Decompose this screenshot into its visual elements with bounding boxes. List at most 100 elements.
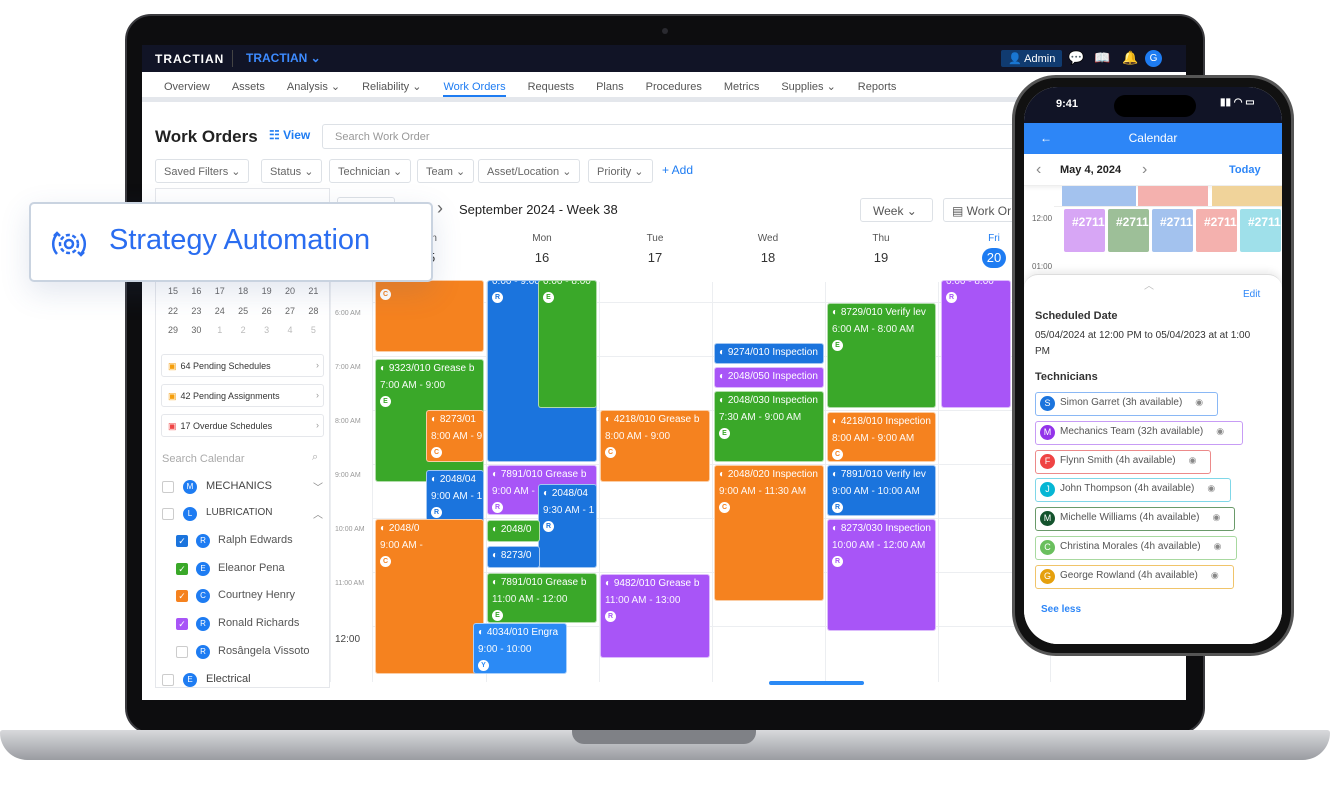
work-order-event[interactable]: ◐ 2048/030 Inspection 7:30 AM - 9:00 AM E xyxy=(714,391,824,462)
day-number[interactable]: 16 xyxy=(530,248,554,268)
sidebar-card[interactable]: ▣ 17 Overdue Schedules › xyxy=(161,414,324,437)
filter-dropdown[interactable]: Saved Filters ⌄ xyxy=(155,159,250,183)
nav-item[interactable]: Overview xyxy=(164,72,210,97)
view-select[interactable]: Week ⌄ xyxy=(860,198,933,222)
user-avatar[interactable]: G xyxy=(1145,50,1162,67)
technician-chip[interactable]: M Mechanics Team (32h available) ◉ xyxy=(1035,420,1243,445)
nav-item[interactable]: Reliability ⌄ xyxy=(362,72,421,97)
work-order-event[interactable]: ◐ 2048/050 Inspection xyxy=(714,367,824,388)
work-order-event[interactable]: 0:00 - 8:00 E xyxy=(538,280,597,408)
technician-chip[interactable]: M Michelle Williams (4h available) ◉ xyxy=(1035,507,1235,532)
view-button[interactable]: ☷ View xyxy=(269,128,310,142)
work-order-event[interactable]: ◐ 9274/010 Inspection xyxy=(714,343,824,364)
mini-calendar-day[interactable]: 1 xyxy=(211,325,229,335)
work-order-event[interactable]: ◐ 7891/010 Grease b 11:00 AM - 12:00 E xyxy=(487,573,597,623)
person-checkbox[interactable]: ✓ xyxy=(176,562,188,575)
nav-item[interactable]: Work Orders xyxy=(443,72,506,97)
eye-icon[interactable]: ◉ xyxy=(1216,426,1224,444)
mini-calendar-day[interactable]: 17 xyxy=(211,286,229,296)
org-selector[interactable]: TRACTIAN ⌄ xyxy=(246,51,321,65)
group-checkbox[interactable] xyxy=(162,674,174,686)
eye-icon[interactable]: ◉ xyxy=(1211,570,1219,588)
work-order-event[interactable]: ◐ 4218/010 Grease b 8:00 AM - 9:00 C xyxy=(600,410,710,482)
person-checkbox[interactable]: ✓ xyxy=(176,590,188,603)
day-number[interactable]: 19 xyxy=(869,248,893,268)
mini-calendar-day[interactable]: 5 xyxy=(304,325,322,335)
work-order-event[interactable]: ◐ 8729/010 Verify lev 6:00 AM - 8:00 AM E xyxy=(827,303,936,408)
eye-icon[interactable]: ◉ xyxy=(1195,397,1203,415)
work-order-event[interactable]: ◐ 8273/0 xyxy=(487,546,540,568)
next-week-icon[interactable]: › xyxy=(437,198,443,219)
nav-item[interactable]: Assets xyxy=(232,72,265,97)
person-checkbox[interactable] xyxy=(176,645,188,658)
mini-calendar-day[interactable]: 26 xyxy=(258,306,276,316)
work-order-event[interactable]: ◐ 2048/0 xyxy=(487,520,540,542)
work-order-event[interactable]: ◐ 8273/030 Inspection 10:00 AM - 12:00 AM… xyxy=(827,519,936,631)
work-order-event[interactable]: ◐ 9482/010 Grease b 11:00 AM - 13:00 R xyxy=(600,574,710,658)
phone-event-block[interactable]: #2711 xyxy=(1152,209,1193,252)
mini-calendar-day[interactable]: 3 xyxy=(258,325,276,335)
scrollbar[interactable] xyxy=(769,681,864,685)
bell-icon[interactable]: 🔔 xyxy=(1122,50,1138,66)
nav-item[interactable]: Supplies ⌄ xyxy=(781,72,835,97)
today-link[interactable]: Today xyxy=(1229,164,1261,176)
group-checkbox[interactable] xyxy=(162,481,174,493)
mini-calendar-day[interactable]: 27 xyxy=(281,306,299,316)
event-block[interactable] xyxy=(1062,186,1136,206)
edit-link[interactable]: Edit xyxy=(1243,289,1260,300)
work-order-event[interactable]: ◐ 8273/01 8:00 AM - 9 C xyxy=(426,410,484,462)
mini-calendar-day[interactable]: 29 xyxy=(164,325,182,335)
nav-item[interactable]: Plans xyxy=(596,72,624,97)
nav-item[interactable]: Metrics xyxy=(724,72,759,97)
mini-calendar-day[interactable]: 30 xyxy=(187,325,205,335)
book-icon[interactable]: 📖 xyxy=(1094,50,1110,66)
mini-calendar-day[interactable]: 4 xyxy=(281,325,299,335)
chat-icon[interactable]: 💬 xyxy=(1068,50,1084,66)
work-order-event[interactable]: ◐ 2048/020 Inspection 9:00 AM - 11:30 AM C xyxy=(714,465,824,601)
day-number[interactable]: 17 xyxy=(643,248,667,268)
nav-item[interactable]: Procedures xyxy=(646,72,702,97)
sidebar-card[interactable]: ▣ 64 Pending Schedules › xyxy=(161,354,324,377)
sheet-handle-icon[interactable]: ︿ xyxy=(1144,277,1154,292)
mini-calendar-day[interactable]: 20 xyxy=(281,286,299,296)
event-block[interactable] xyxy=(1212,186,1282,206)
filter-dropdown[interactable]: Technician ⌄ xyxy=(329,159,412,183)
mini-calendar-day[interactable]: 24 xyxy=(211,306,229,316)
event-block[interactable] xyxy=(1138,186,1208,206)
back-arrow-icon[interactable]: ← xyxy=(1040,123,1052,154)
person-checkbox[interactable]: ✓ xyxy=(176,535,188,547)
technician-chip[interactable]: F Flynn Smith (4h available) ◉ xyxy=(1035,449,1211,474)
mini-calendar-day[interactable]: 22 xyxy=(164,306,182,316)
technician-chip[interactable]: J John Thompson (4h available) ◉ xyxy=(1035,478,1231,503)
phone-event-block[interactable]: #2711 xyxy=(1196,209,1237,252)
next-day-icon[interactable]: › xyxy=(1142,161,1147,179)
technician-chip[interactable]: G George Rowland (4h available) ◉ xyxy=(1035,564,1234,589)
chevron-icon[interactable]: ﹀ xyxy=(313,479,323,494)
person-checkbox[interactable]: ✓ xyxy=(176,618,188,631)
work-order-event[interactable]: ◐ 4034/010 Engra 9:00 - 10:00 Y xyxy=(473,623,567,674)
mini-calendar-day[interactable]: 23 xyxy=(187,306,205,316)
mini-calendar-day[interactable]: 25 xyxy=(234,306,252,316)
chevron-icon[interactable]: ︿ xyxy=(313,506,323,521)
filter-dropdown[interactable]: Priority ⌄ xyxy=(588,159,653,183)
work-order-event[interactable]: ◐ 2048/0 9:00 AM - C xyxy=(375,519,484,674)
day-number[interactable]: 18 xyxy=(756,248,780,268)
mini-calendar-day[interactable]: 19 xyxy=(258,286,276,296)
sidebar-card[interactable]: ▣ 42 Pending Assignments › xyxy=(161,384,324,407)
work-order-event[interactable]: ◐ 2048/04 9:30 AM - 1 R xyxy=(538,484,597,568)
admin-button[interactable]: 👤 Admin xyxy=(1001,50,1063,67)
prev-day-icon[interactable]: ‹ xyxy=(1036,161,1041,179)
mini-calendar-day[interactable]: 18 xyxy=(234,286,252,296)
work-order-event[interactable]: ◐ 4218/010 Inspection 8:00 AM - 9:00 AM C xyxy=(827,412,936,462)
phone-event-block[interactable]: #2711 xyxy=(1240,209,1281,252)
work-order-event[interactable]: 0:00 - 8:00 R xyxy=(941,280,1011,408)
filter-dropdown[interactable]: Team ⌄ xyxy=(417,159,475,183)
mini-calendar-day[interactable]: 21 xyxy=(304,286,322,296)
filter-dropdown[interactable]: Status ⌄ xyxy=(261,159,323,183)
filter-dropdown[interactable]: Asset/Location ⌄ xyxy=(478,159,581,183)
nav-item[interactable]: Reports xyxy=(858,72,897,97)
technician-chip[interactable]: C Christina Morales (4h available) ◉ xyxy=(1035,536,1237,560)
mini-calendar-day[interactable]: 15 xyxy=(164,286,182,296)
see-less-link[interactable]: See less xyxy=(1041,604,1081,615)
mini-calendar-day[interactable]: 28 xyxy=(304,306,322,316)
